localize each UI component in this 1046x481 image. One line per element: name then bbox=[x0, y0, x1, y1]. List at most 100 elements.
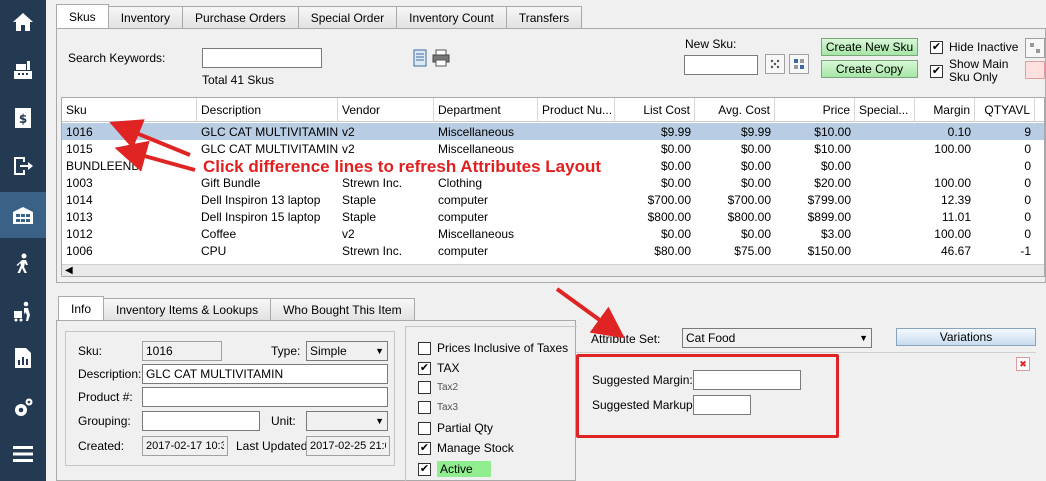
col-special[interactable]: Special... bbox=[855, 98, 915, 122]
hide-inactive-checkbox[interactable]: ✔ Hide Inactive bbox=[930, 40, 1018, 54]
cell-description: CPU bbox=[201, 243, 227, 258]
sku-field[interactable] bbox=[142, 341, 222, 361]
description-field[interactable] bbox=[142, 364, 388, 384]
nav-receipts[interactable]: $ bbox=[0, 98, 46, 138]
col-vendor[interactable]: Vendor bbox=[338, 98, 434, 122]
col-avg-cost[interactable]: Avg. Cost bbox=[695, 98, 775, 122]
flag-checkbox[interactable]: Partial Qty bbox=[418, 421, 493, 435]
flag-checkbox[interactable]: ✔ Manage Stock bbox=[418, 441, 514, 455]
nav-exit[interactable] bbox=[0, 146, 46, 186]
expand-button[interactable] bbox=[1025, 38, 1045, 58]
table-row[interactable]: 1006 CPU Strewn Inc. computer $80.00 $75.00 $1… bbox=[62, 242, 1044, 259]
tab-inventory-count[interactable]: Inventory Count bbox=[396, 6, 507, 28]
annotation-text: Click difference lines to refresh Attrib… bbox=[203, 157, 602, 176]
flag-checkbox[interactable]: ✔ TAX bbox=[418, 361, 459, 375]
table-row[interactable]: 1013 Dell Inspiron 15 laptop Staple compute… bbox=[62, 208, 1044, 225]
nav-settings[interactable] bbox=[0, 388, 46, 428]
col-margin[interactable]: Margin bbox=[915, 98, 975, 122]
new-sku-input[interactable] bbox=[684, 55, 758, 75]
nav-inventory[interactable] bbox=[0, 192, 46, 238]
nav-reports[interactable] bbox=[0, 338, 46, 378]
flag-checkbox[interactable]: Prices Inclusive of Taxes bbox=[418, 341, 568, 355]
menu-icon bbox=[13, 446, 33, 462]
col-department[interactable]: Department bbox=[434, 98, 538, 122]
flag-checkbox[interactable]: Tax3 bbox=[418, 401, 458, 414]
grouping-field[interactable] bbox=[142, 411, 260, 431]
cell-price: $799.00 bbox=[807, 192, 851, 207]
cell-department: computer bbox=[438, 209, 489, 224]
col-product-number[interactable]: Product Nu... bbox=[538, 98, 615, 122]
flag-checkbox[interactable]: Tax2 bbox=[418, 381, 458, 394]
create-copy-button[interactable]: Create Copy bbox=[821, 60, 918, 78]
cell-department: computer bbox=[438, 243, 489, 258]
checkbox-box: ✔ bbox=[930, 40, 943, 54]
table-row[interactable]: 1012 Coffee v2 Miscellaneous $0.00 $0.00 $3.00… bbox=[62, 225, 1044, 242]
cell-avg-cost: $0.00 bbox=[740, 158, 771, 173]
cell-special bbox=[855, 174, 915, 191]
cell-qtyavl: 0 bbox=[1024, 226, 1031, 241]
tab-inventory-items-lookups[interactable]: Inventory Items & Lookups bbox=[103, 298, 272, 320]
search-input[interactable] bbox=[202, 48, 322, 68]
search-label: Search Keywords: bbox=[68, 51, 166, 65]
table-row[interactable]: 1015 GLC CAT MULTIVITAMIN v2 Miscellaneous $… bbox=[62, 140, 1044, 157]
print-button[interactable] bbox=[431, 48, 451, 68]
sku-grid: Sku Description Vendor Department Produc… bbox=[61, 97, 1045, 277]
cell-price: $10.00 bbox=[814, 141, 851, 156]
report-button[interactable] bbox=[411, 48, 431, 68]
layout-button[interactable] bbox=[789, 54, 809, 74]
cell-product-number bbox=[538, 140, 615, 157]
suggested-margin-input[interactable] bbox=[693, 370, 801, 390]
cell-price: $20.00 bbox=[814, 175, 851, 190]
nav-delivery[interactable] bbox=[0, 292, 46, 332]
alert-button[interactable] bbox=[1025, 61, 1045, 79]
tab-info[interactable]: Info bbox=[58, 296, 105, 320]
table-row[interactable]: 1014 Dell Inspiron 13 laptop Staple compute… bbox=[62, 191, 1044, 208]
cell-price: $3.00 bbox=[820, 226, 851, 241]
cell-sku: 1012 bbox=[66, 226, 93, 241]
col-sku[interactable]: Sku bbox=[62, 98, 197, 122]
cell-price: $10.00 bbox=[814, 124, 851, 139]
scroll-left-icon[interactable]: ◀ bbox=[65, 265, 73, 276]
cell-price: $0.00 bbox=[820, 158, 851, 173]
last-updated-field bbox=[306, 436, 390, 456]
cell-vendor: Staple bbox=[342, 192, 377, 207]
variations-button[interactable]: Variations bbox=[896, 328, 1036, 346]
show-main-sku-checkbox[interactable]: ✔ Show Main Sku Only bbox=[930, 58, 1009, 84]
horizontal-scrollbar[interactable]: ◀ bbox=[62, 264, 1044, 276]
tab-purchase-orders[interactable]: Purchase Orders bbox=[182, 6, 299, 28]
flag-label: Active bbox=[437, 461, 491, 477]
nav-menu[interactable] bbox=[0, 434, 46, 474]
suggested-markup-input[interactable] bbox=[693, 395, 751, 415]
tab-transfers[interactable]: Transfers bbox=[505, 6, 583, 28]
col-qtyavl[interactable]: QTYAVL bbox=[975, 98, 1035, 122]
nav-pos[interactable] bbox=[0, 50, 46, 90]
collapse-icon[interactable]: ✖ bbox=[1016, 357, 1030, 371]
cell-price: $150.00 bbox=[807, 243, 851, 258]
main-area: Skus Inventory Purchase Orders Special O… bbox=[46, 0, 1046, 481]
col-list-cost[interactable]: List Cost bbox=[615, 98, 695, 122]
cell-avg-cost: $700.00 bbox=[727, 192, 771, 207]
type-select[interactable]: Simple ▼ bbox=[306, 341, 388, 361]
flag-checkbox[interactable]: ✔ Active bbox=[418, 461, 491, 477]
unit-select[interactable]: ▼ bbox=[306, 411, 388, 431]
create-new-sku-button[interactable]: Create New Sku bbox=[821, 38, 918, 56]
product-number-field[interactable] bbox=[142, 387, 388, 407]
tab-who-bought[interactable]: Who Bought This Item bbox=[270, 298, 415, 320]
barcode-gen-button[interactable] bbox=[765, 54, 785, 74]
document-icon bbox=[413, 49, 427, 67]
attribute-set-select[interactable]: Cat Food ▼ bbox=[682, 328, 872, 348]
cell-vendor: Staple bbox=[342, 209, 377, 224]
nav-customers[interactable] bbox=[0, 244, 46, 284]
dots-icon bbox=[770, 59, 780, 69]
description-label: Description: bbox=[78, 367, 142, 381]
col-price[interactable]: Price bbox=[775, 98, 855, 122]
tab-inventory[interactable]: Inventory bbox=[107, 6, 184, 28]
tab-special-order[interactable]: Special Order bbox=[297, 6, 398, 28]
cell-list-cost: $700.00 bbox=[647, 192, 691, 207]
chevron-down-icon: ▼ bbox=[375, 346, 384, 356]
flag-label: TAX bbox=[437, 361, 460, 375]
col-description[interactable]: Description bbox=[197, 98, 338, 122]
tab-skus[interactable]: Skus bbox=[56, 4, 109, 28]
table-row[interactable]: 1016 GLC CAT MULTIVITAMIN v2 Miscellaneous $… bbox=[62, 123, 1044, 140]
nav-home[interactable] bbox=[0, 2, 46, 42]
